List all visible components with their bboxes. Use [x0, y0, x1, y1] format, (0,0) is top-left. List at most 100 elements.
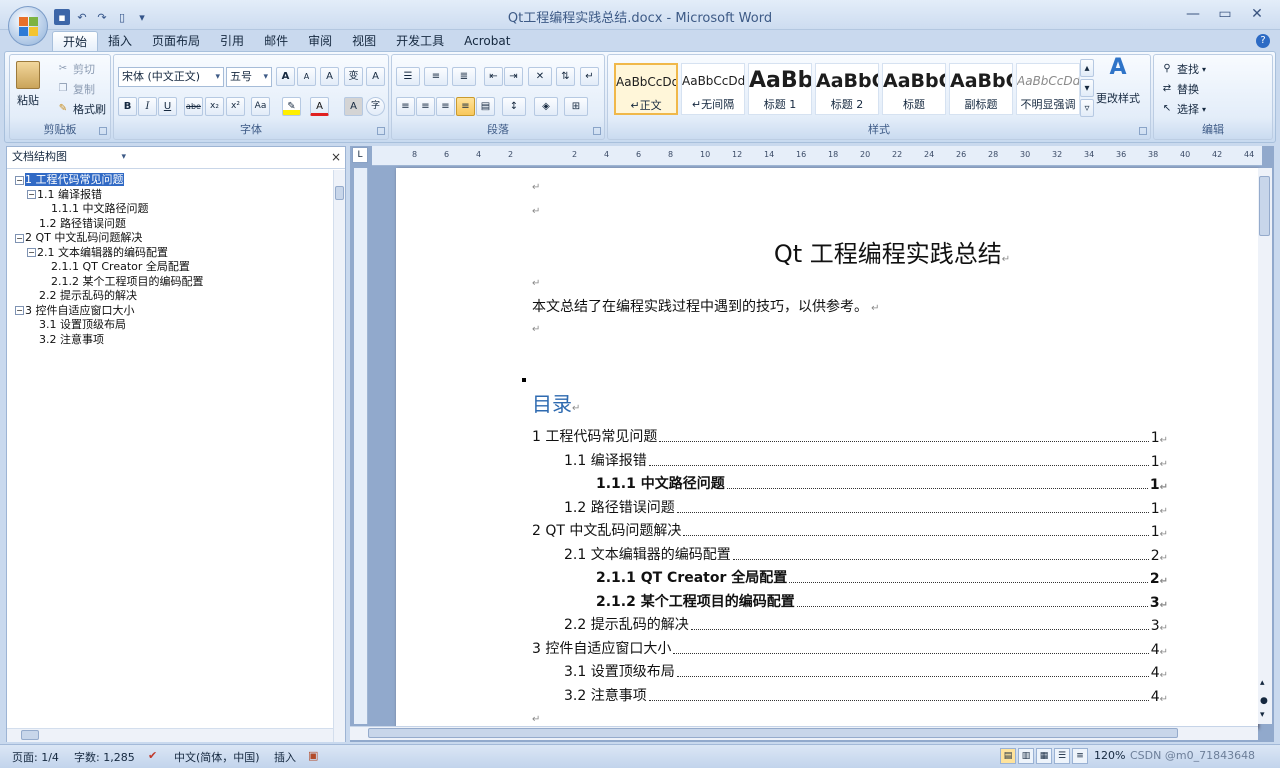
document-horizontal-scrollbar[interactable] — [350, 726, 1258, 740]
tab-selector-button[interactable]: L — [352, 147, 368, 163]
maximize-button[interactable]: ▭ — [1212, 6, 1238, 24]
gallery-down-button[interactable]: ▾ — [1080, 79, 1094, 97]
tab-acrobat[interactable]: Acrobat — [454, 31, 520, 51]
vertical-ruler[interactable] — [354, 168, 368, 724]
nav-scroll-thumb[interactable] — [335, 186, 344, 200]
toc-entry[interactable]: 2 QT 中文乱码问题解决 1 ↵ — [532, 518, 1168, 540]
draft-view-icon[interactable]: ≡ — [1072, 748, 1088, 764]
toc-entry[interactable]: 1.1 编译报错 1 ↵ — [564, 448, 1168, 470]
browse-object-icon[interactable]: ● — [1260, 696, 1268, 706]
enclose-char-button[interactable]: 字 — [366, 97, 385, 116]
toc-entry[interactable]: 3 控件自适应窗口大小 4 ↵ — [532, 636, 1168, 658]
style-item[interactable]: AaBbCcDd ↵正文 — [614, 63, 678, 115]
horizontal-ruler[interactable]: 8 6 4 2 2 4 6 8 10 12 14 16 18 20 22 24 26 28 30 32 34 36 38 40… — [372, 146, 1262, 166]
bold-button[interactable]: B — [118, 97, 137, 116]
document-map-item[interactable]: −3 控件自适应窗口大小 — [15, 304, 335, 319]
bullets-button[interactable]: ☰ — [396, 67, 420, 86]
web-layout-icon[interactable]: ▦ — [1036, 748, 1052, 764]
toc-entry[interactable]: 1.2 路径错误问题 1 ↵ — [564, 495, 1168, 517]
toc-entry[interactable]: 1 工程代码常见问题 1 ↵ — [532, 424, 1168, 446]
insert-mode[interactable]: 插入 — [274, 749, 296, 765]
nav-hscroll-thumb[interactable] — [21, 730, 39, 740]
select-button[interactable]: ↖ 选择 ▾ — [1160, 101, 1206, 117]
shading-button[interactable]: ◈ — [534, 97, 558, 116]
collapse-icon[interactable]: − — [27, 248, 36, 257]
proofing-icon[interactable]: ✔ — [148, 749, 157, 762]
change-case-button[interactable]: Aa — [251, 97, 270, 116]
style-item[interactable]: AaBbC 标题 — [882, 63, 946, 115]
sort-button[interactable]: ⇅ — [556, 67, 575, 86]
help-icon[interactable]: ? — [1256, 34, 1270, 48]
clear-format-button[interactable]: A — [320, 67, 339, 86]
zoom-level[interactable]: 120% — [1094, 749, 1125, 762]
decrease-indent-button[interactable]: ⇤ — [484, 67, 503, 86]
tab-review[interactable]: 审阅 — [298, 31, 342, 51]
tab-insert[interactable]: 插入 — [98, 31, 142, 51]
document-map-item[interactable]: −2.1 文本编辑器的编码配置 — [15, 246, 335, 261]
chinese-layout-button[interactable]: ✕ — [528, 67, 552, 86]
document-vertical-scrollbar[interactable]: ▴ ● ▾ — [1258, 168, 1272, 724]
document-map-item[interactable]: 1.1.1 中文路径问题 — [15, 202, 335, 217]
office-button[interactable] — [8, 6, 48, 46]
document-page[interactable]: ↵ ↵ Qt 工程编程实践总结↵ ↵ 本文总结了在编程实践过程中遇到的技巧，以供… — [396, 168, 1258, 728]
replace-button[interactable]: ⇄ 替换 — [1160, 81, 1199, 97]
distribute-button[interactable]: ▤ — [476, 97, 495, 116]
nav-vertical-scrollbar[interactable] — [333, 170, 345, 742]
clipboard-launcher-icon[interactable] — [99, 127, 107, 135]
toc-entry[interactable]: 2.1.2 某个工程项目的编码配置 3 ↵ — [596, 589, 1168, 611]
multilevel-list-button[interactable]: ≣ — [452, 67, 476, 86]
style-item[interactable]: AaBbCcDd 不明显强调 — [1016, 63, 1080, 115]
toc-entry[interactable]: 2.2 提示乱码的解决 3 ↵ — [564, 612, 1168, 634]
styles-launcher-icon[interactable] — [1139, 127, 1147, 135]
grow-font-button[interactable]: A — [276, 67, 295, 86]
justify-button[interactable]: ≡ — [456, 97, 475, 116]
macro-recording-icon[interactable]: ▣ — [308, 749, 318, 762]
pane-close-button[interactable]: × — [331, 150, 341, 164]
language-indicator[interactable]: 中文(简体，中国) — [174, 749, 260, 765]
document-map-item[interactable]: 3.1 设置顶级布局 — [15, 318, 335, 333]
paste-button[interactable]: 粘贴 — [16, 61, 40, 108]
format-painter-button[interactable]: ✎ 格式刷 — [56, 101, 106, 117]
document-scroll-thumb[interactable] — [1259, 176, 1270, 236]
char-shading-button[interactable]: A — [344, 97, 363, 116]
print-layout-view-icon[interactable]: ▤ — [1000, 748, 1016, 764]
numbering-button[interactable]: ≡ — [424, 67, 448, 86]
document-hscroll-thumb[interactable] — [368, 728, 1178, 738]
font-name-select[interactable]: 宋体 (中文正文) — [118, 67, 224, 87]
paragraph-launcher-icon[interactable] — [593, 127, 601, 135]
superscript-button[interactable]: x² — [226, 97, 245, 116]
document-map-item[interactable]: 2.1.2 某个工程项目的编码配置 — [15, 275, 335, 290]
borders-button[interactable]: ⊞ — [564, 97, 588, 116]
collapse-icon[interactable]: − — [15, 306, 24, 315]
prev-page-icon[interactable]: ▴ — [1260, 678, 1265, 688]
show-marks-button[interactable]: ↵ — [580, 67, 599, 86]
document-map-item[interactable]: 3.2 注意事项 — [15, 333, 335, 348]
strikethrough-button[interactable]: abe — [184, 97, 203, 116]
document-map-item[interactable]: −1 工程代码常见问题 — [15, 173, 335, 188]
tab-developer[interactable]: 开发工具 — [386, 31, 454, 51]
document-map-item[interactable]: −1.1 编译报错 — [15, 188, 335, 203]
outline-view-icon[interactable]: ☰ — [1054, 748, 1070, 764]
italic-button[interactable]: I — [138, 97, 157, 116]
font-launcher-icon[interactable] — [377, 127, 385, 135]
word-count[interactable]: 字数: 1,285 — [74, 749, 135, 765]
pane-view-select[interactable]: 文档结构图 — [9, 148, 129, 168]
toc-entry[interactable]: 2.1.1 QT Creator 全局配置 2 ↵ — [596, 565, 1168, 587]
style-item[interactable]: AaBbC 标题 2 — [815, 63, 879, 115]
gallery-up-button[interactable]: ▴ — [1080, 59, 1094, 77]
highlight-button[interactable]: ✎ — [282, 97, 301, 116]
copy-button[interactable]: ❐ 复制 — [56, 81, 95, 97]
find-button[interactable]: ⚲ 查找 ▾ — [1160, 61, 1206, 77]
gallery-more-button[interactable]: ▿ — [1080, 99, 1094, 117]
page-count[interactable]: 页面: 1/4 — [12, 749, 59, 765]
tab-home[interactable]: 开始 — [52, 31, 99, 51]
collapse-icon[interactable]: − — [27, 190, 36, 199]
tab-view[interactable]: 视图 — [342, 31, 386, 51]
document-map-item[interactable]: 1.2 路径错误问题 — [15, 217, 335, 232]
toc-entry[interactable]: 3.2 注意事项 4 ↵ — [564, 683, 1168, 705]
toc-entry[interactable]: 1.1.1 中文路径问题 1 ↵ — [596, 471, 1168, 493]
close-button[interactable]: ✕ — [1244, 6, 1270, 24]
subscript-button[interactable]: x₂ — [205, 97, 224, 116]
tab-page-layout[interactable]: 页面布局 — [142, 31, 210, 51]
font-color-button[interactable]: A — [310, 97, 329, 116]
